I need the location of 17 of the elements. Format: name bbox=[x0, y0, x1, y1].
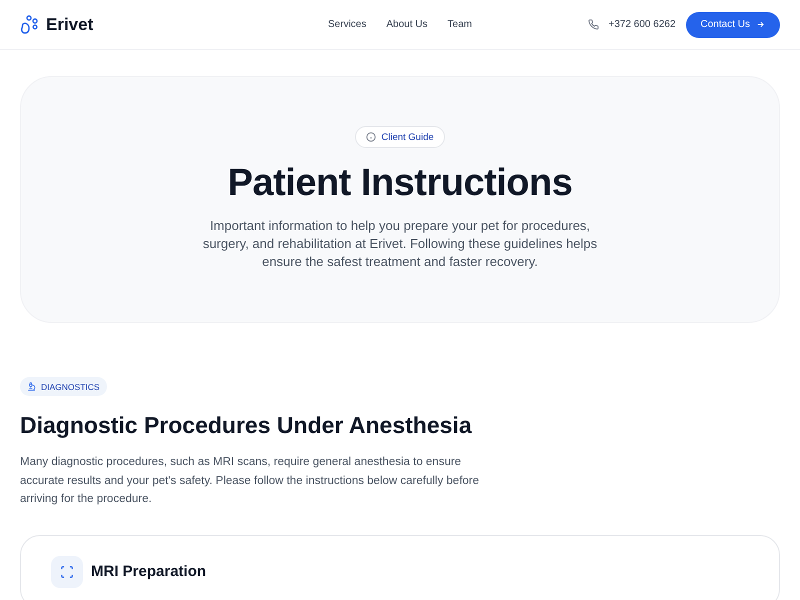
phone-number[interactable]: +372 600 6262 bbox=[608, 19, 676, 30]
diagnostics-badge: DIAGNOSTICS bbox=[20, 377, 107, 396]
paw-logo-icon bbox=[20, 14, 40, 34]
hero-description: Important information to help you prepare your pet for procedures, surgery, and rehabilitation at Erivet. Following these guidelines helps ensure the safest treatment and faster recovery. bbox=[202, 217, 598, 271]
client-guide-badge: Client Guide bbox=[355, 126, 445, 148]
contact-button[interactable]: Contact Us bbox=[686, 12, 780, 38]
arrow-right-icon bbox=[756, 20, 765, 29]
nav-link[interactable]: Team bbox=[448, 19, 472, 30]
nav-link[interactable]: Services bbox=[328, 19, 366, 30]
section-title: Diagnostic Procedures Under Anesthesia bbox=[20, 412, 473, 439]
nav-link[interactable]: About Us bbox=[386, 19, 428, 30]
scan-icon bbox=[51, 556, 83, 588]
page-title: Patient Instructions bbox=[228, 162, 572, 205]
card-title: MRI Preparation bbox=[91, 563, 206, 580]
section-description: Many diagnostic procedures, such as MRI scans, require general anesthesia to ensure accurate results and your pet's safety. Please follow the instructions below carefully before arriving for the procedure. bbox=[20, 455, 480, 507]
phone-icon bbox=[588, 19, 598, 30]
brand-name: Erivet bbox=[46, 14, 94, 34]
